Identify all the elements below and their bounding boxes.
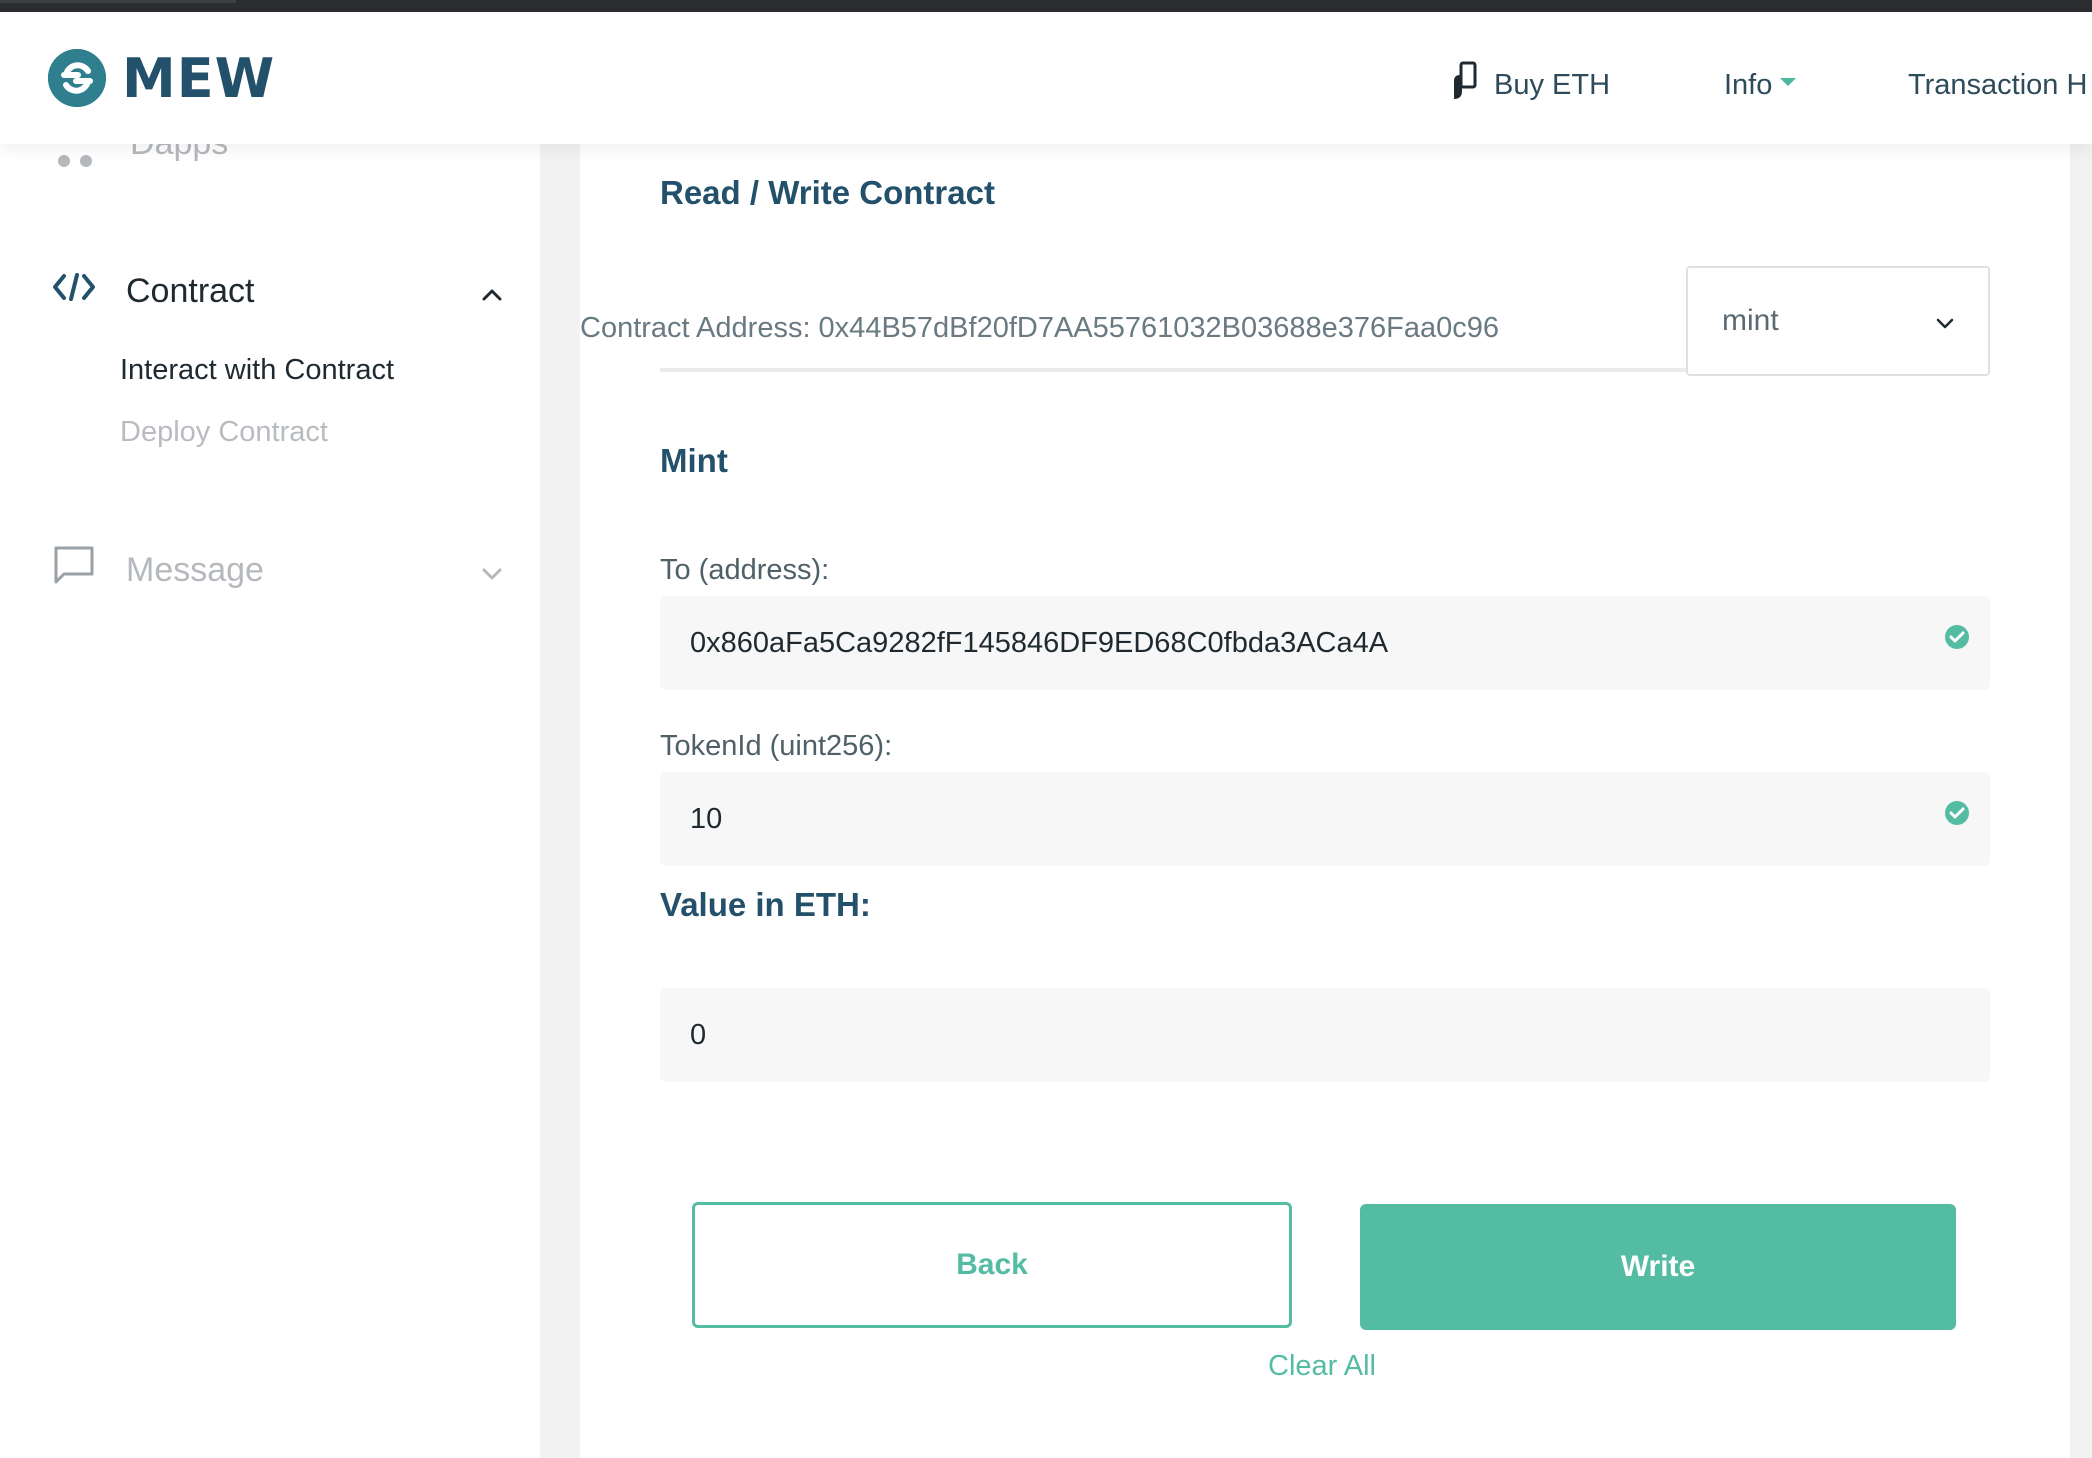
back-button[interactable]: Back <box>692 1202 1292 1328</box>
code-icon <box>52 272 96 311</box>
function-title: Mint <box>660 442 728 479</box>
chevron-down-icon <box>1936 304 1954 338</box>
to-address-value: 0x860aFa5Ca9282fF145846DF9ED68C0fbda3ACa… <box>690 626 1389 659</box>
nav-transaction-history[interactable]: Transaction H <box>1908 60 2087 110</box>
to-address-label: To (address): <box>660 554 830 586</box>
browser-tab-hint <box>0 0 236 3</box>
sidebar-item-message[interactable]: Message <box>52 544 502 597</box>
value-in-eth-input[interactable]: 0 <box>660 988 1990 1082</box>
sidebar-subitem-interact-with-contract[interactable]: Interact with Contract <box>120 354 394 387</box>
sidebar-subitem-deploy-contract[interactable]: Deploy Contract <box>120 416 328 449</box>
logo-text: MEW <box>122 46 276 110</box>
contract-address-underline <box>660 368 1690 372</box>
sidebar-item-message-label: Message <box>126 551 264 589</box>
sidebar-item-contract-label: Contract <box>126 272 255 310</box>
function-select[interactable]: mint <box>1686 266 1990 376</box>
sidebar-item-contract[interactable]: Contract <box>52 272 502 311</box>
clear-all-link[interactable]: Clear All <box>1268 1350 1376 1383</box>
caret-down-icon <box>1780 78 1797 86</box>
nav-transaction-history-label: Transaction H <box>1908 68 2088 101</box>
top-header: MEW Buy ETH Info Transaction H <box>0 12 2092 144</box>
card-hand-icon <box>1450 61 1480 109</box>
token-id-input[interactable]: 10 <box>660 772 1990 866</box>
check-circle-icon <box>1944 800 1970 834</box>
nav-info-label: Info <box>1724 68 1773 101</box>
contract-address-label: Contract Address: 0x44B57dBf20fD7AA55761… <box>580 312 1500 344</box>
nav-info-dropdown[interactable]: Info <box>1724 60 1797 110</box>
chevron-up-icon[interactable] <box>482 272 502 311</box>
token-id-value: 10 <box>690 802 723 835</box>
write-button[interactable]: Write <box>1360 1204 1956 1330</box>
mew-logo-icon <box>48 49 106 107</box>
browser-top-strip <box>0 0 2092 12</box>
sidebar: Dapps Contract Interact with Contract De… <box>0 124 540 1458</box>
message-icon <box>52 544 96 597</box>
value-in-eth-value: 0 <box>690 1018 707 1051</box>
main-panel: Read / Write Contract Contract Address: … <box>580 144 2070 1458</box>
to-address-input[interactable]: 0x860aFa5Ca9282fF145846DF9ED68C0fbda3ACa… <box>660 596 1990 690</box>
function-select-value: mint <box>1722 304 1779 337</box>
nav-buy-eth-label: Buy ETH <box>1494 68 1611 101</box>
chevron-down-icon[interactable] <box>482 551 502 590</box>
nav-buy-eth[interactable]: Buy ETH <box>1450 60 1610 110</box>
dapps-icon <box>58 155 92 167</box>
check-circle-icon <box>1944 624 1970 658</box>
page-title: Read / Write Contract <box>660 174 995 211</box>
token-id-label: TokenId (uint256): <box>660 730 893 762</box>
mew-logo[interactable]: MEW <box>48 46 276 110</box>
value-in-eth-title: Value in ETH: <box>660 886 871 923</box>
